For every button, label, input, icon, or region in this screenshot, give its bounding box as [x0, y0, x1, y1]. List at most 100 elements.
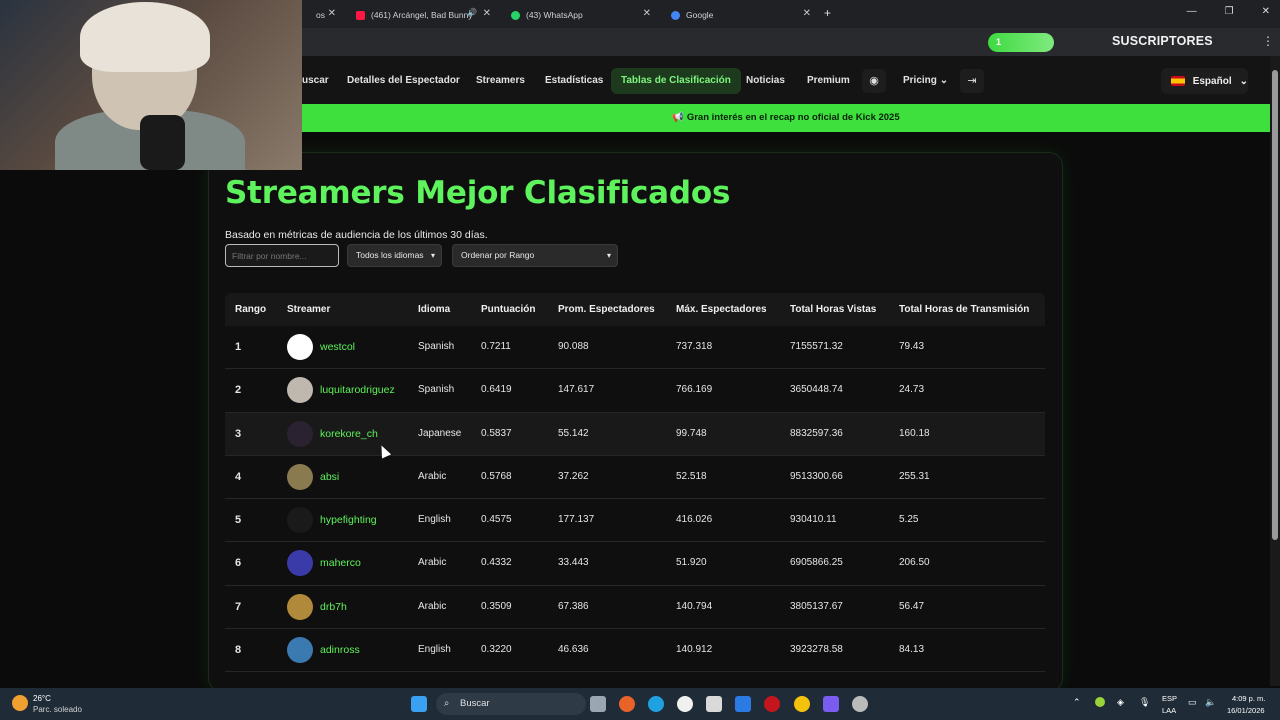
- rank-cell: 7: [235, 600, 242, 613]
- tray-app-icon[interactable]: [1095, 697, 1105, 707]
- streamer-avatar[interactable]: [287, 550, 313, 577]
- speaker-icon[interactable]: 🔊: [467, 8, 477, 17]
- streamer-name-link[interactable]: hypefighting: [320, 514, 377, 526]
- edge-icon[interactable]: [648, 696, 664, 712]
- table-row[interactable]: 3 Japanese 0.5837 55.142 99.748 8832597.36 160…: [225, 412, 1045, 456]
- language-filter-select[interactable]: Todos los idiomas ▾: [347, 244, 442, 267]
- microphone-icon[interactable]: 🎙: [1139, 697, 1150, 708]
- input-layout[interactable]: LAA: [1162, 706, 1176, 715]
- header-total-hours-streamed[interactable]: Total Horas de Transmisión: [899, 304, 1029, 315]
- tab-title: os: [316, 10, 325, 20]
- table-body: 1 Spanish 0.7211 90.088 737.318 7155571.32 79.…: [225, 326, 1045, 673]
- streamer-name-link[interactable]: drb7h: [320, 601, 347, 613]
- streamer-avatar[interactable]: [287, 637, 313, 664]
- max-viewers-cell: 51.920: [676, 557, 707, 569]
- opera-icon[interactable]: [764, 696, 780, 712]
- streamer-name-link[interactable]: westcol: [320, 341, 355, 353]
- header-rank[interactable]: Rango: [235, 304, 266, 315]
- streamer-name-link[interactable]: adinross: [320, 644, 360, 656]
- streamer-name-link[interactable]: luquitarodriguez: [320, 384, 395, 396]
- obs-icon[interactable]: [677, 696, 693, 712]
- language-cell: Arabic: [418, 600, 447, 612]
- nav-premium[interactable]: Premium: [807, 68, 850, 94]
- chevron-up-icon[interactable]: ⌃: [1073, 697, 1081, 708]
- chrome-icon[interactable]: [794, 696, 810, 712]
- nav-streamers[interactable]: Streamers: [476, 68, 525, 94]
- weather-sun-icon[interactable]: [12, 695, 28, 711]
- taskbar-clock-date[interactable]: 16/01/2026: [1227, 706, 1265, 715]
- header-max-viewers[interactable]: Máx. Espectadores: [676, 304, 767, 315]
- firefox-icon[interactable]: [619, 696, 635, 712]
- hours-streamed-cell: 79.43: [899, 341, 925, 352]
- defender-icon[interactable]: [735, 696, 751, 712]
- close-icon[interactable]: ✕: [483, 8, 491, 19]
- rank-cell: 2: [235, 384, 242, 397]
- windows-start-icon[interactable]: [411, 696, 427, 712]
- login-icon[interactable]: ⇥: [960, 69, 984, 93]
- copilot-icon[interactable]: [823, 696, 839, 712]
- taskbar-search[interactable]: ⌕ Buscar: [436, 693, 586, 715]
- nav-news[interactable]: Noticias: [746, 68, 785, 94]
- minimize-icon[interactable]: —: [1187, 6, 1197, 17]
- streamer-avatar[interactable]: [287, 593, 313, 620]
- streamer-name-link[interactable]: absi: [320, 471, 339, 483]
- maximize-icon[interactable]: ❐: [1225, 6, 1234, 17]
- streamer-avatar[interactable]: [287, 420, 313, 447]
- rank-cell: 8: [235, 644, 242, 657]
- hours-streamed-cell: 56.47: [899, 600, 925, 612]
- table-row[interactable]: 4 Arabic 0.5768 37.262 52.518 9513300.66 255.3…: [225, 456, 1045, 500]
- header-avg-viewers[interactable]: Prom. Espectadores: [558, 304, 655, 315]
- table-row[interactable]: 5 English 0.4575 177.137 416.026 930410.11 5.2…: [225, 499, 1045, 543]
- close-icon[interactable]: ✕: [328, 8, 336, 19]
- header-language[interactable]: Idioma: [418, 304, 450, 315]
- nav-statistics[interactable]: Estadísticas: [545, 68, 603, 94]
- tab-3[interactable]: (43) WhatsApp ✕: [497, 4, 657, 26]
- header-streamer[interactable]: Streamer: [287, 304, 330, 315]
- browser-menu-icon[interactable]: ⋮: [1262, 34, 1274, 48]
- streamer-avatar[interactable]: [287, 377, 313, 404]
- table-row[interactable]: 1 Spanish 0.7211 90.088 737.318 7155571.32 79.…: [225, 326, 1045, 370]
- streamer-name-link[interactable]: maherco: [320, 557, 361, 569]
- network-icon[interactable]: ◈: [1117, 697, 1124, 708]
- tab-4[interactable]: Google ✕: [657, 4, 817, 26]
- close-window-icon[interactable]: ✕: [1262, 6, 1270, 17]
- nav-leaderboards[interactable]: Tablas de Clasificación: [611, 68, 741, 94]
- header-total-hours-watched[interactable]: Total Horas Vistas: [790, 304, 876, 315]
- settings-icon[interactable]: [852, 696, 868, 712]
- streamer-avatar[interactable]: [287, 507, 313, 534]
- nav-search[interactable]: uscar: [302, 68, 329, 94]
- nav-pricing[interactable]: Pricing ⌄: [903, 68, 948, 94]
- windows-taskbar: [0, 688, 1280, 720]
- close-icon[interactable]: ✕: [643, 8, 651, 19]
- weather-temperature[interactable]: 26°C: [33, 694, 51, 703]
- avg-viewers-cell: 33.443: [558, 557, 589, 569]
- tab-2[interactable]: (461) Arcángel, Bad Bunny 🔊 ✕: [342, 4, 497, 26]
- language-selector[interactable]: Español ⌄: [1161, 68, 1248, 94]
- table-row[interactable]: 7 Arabic 0.3509 67.386 140.794 3805137.67 56.4…: [225, 586, 1045, 630]
- new-tab-button[interactable]: +: [824, 6, 831, 20]
- scrollbar-thumb[interactable]: [1272, 70, 1278, 540]
- table-row[interactable]: 2 Spanish 0.6419 147.617 766.169 3650448.74 24…: [225, 369, 1045, 413]
- volume-icon[interactable]: 🔈: [1205, 697, 1216, 708]
- discord-icon[interactable]: ◉: [862, 69, 886, 93]
- nav-viewer-details[interactable]: Detalles del Espectador: [347, 68, 460, 94]
- streamer-avatar[interactable]: [287, 334, 313, 360]
- task-view-icon[interactable]: [590, 696, 606, 712]
- table-row[interactable]: 8 English 0.3220 46.636 140.912 3923278.58 84.…: [225, 629, 1045, 673]
- tab-1[interactable]: os ✕: [302, 4, 342, 26]
- language-cell: Arabic: [418, 557, 447, 569]
- streamer-name-link[interactable]: korekore_ch: [320, 428, 378, 440]
- weather-description[interactable]: Parc. soleado: [33, 705, 82, 714]
- taskbar-clock-time[interactable]: 4:09 p. m.: [1232, 694, 1265, 703]
- display-icon[interactable]: ▭: [1188, 697, 1197, 708]
- close-icon[interactable]: ✕: [803, 8, 811, 19]
- announcement-banner[interactable]: 📢 Gran interés en el recap no oficial de…: [302, 104, 1270, 132]
- input-language[interactable]: ESP: [1162, 694, 1177, 703]
- table-row[interactable]: 6 Arabic 0.4332 33.443 51.920 6905866.25 206.5…: [225, 542, 1045, 586]
- streamer-avatar[interactable]: [287, 463, 313, 490]
- sort-select[interactable]: Ordenar por Rango ▾: [452, 244, 618, 267]
- filter-by-name-input[interactable]: [225, 244, 339, 267]
- score-cell: 0.5837: [481, 427, 512, 439]
- store-icon[interactable]: [706, 696, 722, 712]
- header-score[interactable]: Puntuación: [481, 304, 535, 315]
